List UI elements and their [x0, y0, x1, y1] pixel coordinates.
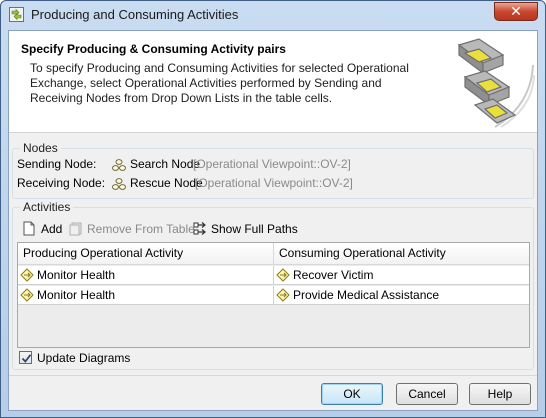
- dialog-client-area: Specify Producing & Consuming Activity p…: [8, 30, 538, 411]
- sending-node-row: Sending Node: Search Node [Operational V…: [17, 157, 529, 173]
- header-title: Specify Producing & Consuming Activity p…: [21, 42, 286, 56]
- help-button[interactable]: Help: [469, 383, 531, 405]
- sending-node-path: [Operational Viewpoint::OV-2]: [193, 157, 351, 171]
- receiving-node-label: Receiving Node:: [17, 176, 106, 190]
- node-icon: [112, 178, 126, 190]
- table-header: Producing Operational Activity Consuming…: [18, 243, 529, 265]
- title-bar[interactable]: Producing and Consuming Activities ✕: [1, 1, 545, 28]
- header-description: To specify Producing and Consuming Activ…: [30, 61, 409, 105]
- node-icon: [112, 159, 126, 171]
- consuming-activity-cell[interactable]: Provide Medical Assistance: [274, 286, 529, 305]
- add-label: Add: [41, 222, 63, 236]
- show-paths-icon: [193, 222, 206, 235]
- show-full-paths-label: Show Full Paths: [211, 222, 298, 236]
- checkmark-icon: [21, 354, 32, 363]
- ok-button[interactable]: OK: [321, 383, 383, 405]
- update-diagrams-checkbox[interactable]: [19, 351, 32, 364]
- update-diagrams-option[interactable]: Update Diagrams: [19, 350, 139, 366]
- activity-pairs-table[interactable]: Producing Operational Activity Consuming…: [17, 242, 530, 348]
- producing-activity-name: Monitor Health: [37, 268, 116, 282]
- cancel-button[interactable]: Cancel: [396, 383, 458, 405]
- column-header-producing[interactable]: Producing Operational Activity: [18, 243, 274, 265]
- footer-separator: [9, 375, 537, 376]
- app-icon: [9, 7, 24, 22]
- activities-group: Activities Add Remove From Table Show Fu…: [12, 200, 534, 370]
- remove-from-table-label: Remove From Table: [87, 222, 195, 236]
- new-document-icon: [23, 221, 35, 236]
- activity-icon: [20, 288, 34, 302]
- table-row[interactable]: Monitor Health Recover Victim: [18, 266, 529, 285]
- window-title: Producing and Consuming Activities: [31, 7, 239, 22]
- producing-activity-cell[interactable]: Monitor Health: [18, 266, 274, 285]
- dialog-window: Producing and Consuming Activities ✕ Spe…: [0, 0, 546, 418]
- sending-node-name: Search Node: [130, 157, 201, 171]
- activity-icon: [276, 268, 290, 282]
- activities-legend: Activities: [20, 200, 74, 214]
- receiving-node-row: Receiving Node: Rescue Node [Operational…: [17, 176, 529, 192]
- close-button[interactable]: ✕: [494, 2, 538, 21]
- receiving-node-path: [Operational Viewpoint::OV-2]: [195, 176, 353, 190]
- close-icon: ✕: [510, 3, 522, 19]
- receiving-node-name: Rescue Node: [130, 176, 203, 190]
- nodes-legend: Nodes: [20, 141, 61, 155]
- activity-icon: [276, 288, 290, 302]
- nodes-group: Nodes Sending Node: Search Node [Operati…: [12, 141, 534, 199]
- show-full-paths-button[interactable]: Show Full Paths: [193, 220, 298, 238]
- consuming-activity-name: Provide Medical Assistance: [293, 288, 440, 302]
- table-row[interactable]: Monitor Health Provide Medical Assistanc…: [18, 286, 529, 305]
- sending-node-label: Sending Node:: [17, 157, 97, 171]
- producing-activity-cell[interactable]: Monitor Health: [18, 286, 274, 305]
- exchange-arrows-graphic: [457, 38, 535, 128]
- header-panel: Specify Producing & Consuming Activity p…: [9, 31, 537, 133]
- remove-from-table-button[interactable]: Remove From Table: [69, 220, 195, 238]
- consuming-activity-name: Recover Victim: [293, 268, 374, 282]
- activity-icon: [20, 268, 34, 282]
- update-diagrams-label: Update Diagrams: [37, 351, 131, 365]
- consuming-activity-cell[interactable]: Recover Victim: [274, 266, 529, 285]
- remove-icon: [69, 222, 82, 236]
- column-header-consuming[interactable]: Consuming Operational Activity: [274, 243, 529, 265]
- producing-activity-name: Monitor Health: [37, 288, 116, 302]
- add-button[interactable]: Add: [22, 220, 62, 238]
